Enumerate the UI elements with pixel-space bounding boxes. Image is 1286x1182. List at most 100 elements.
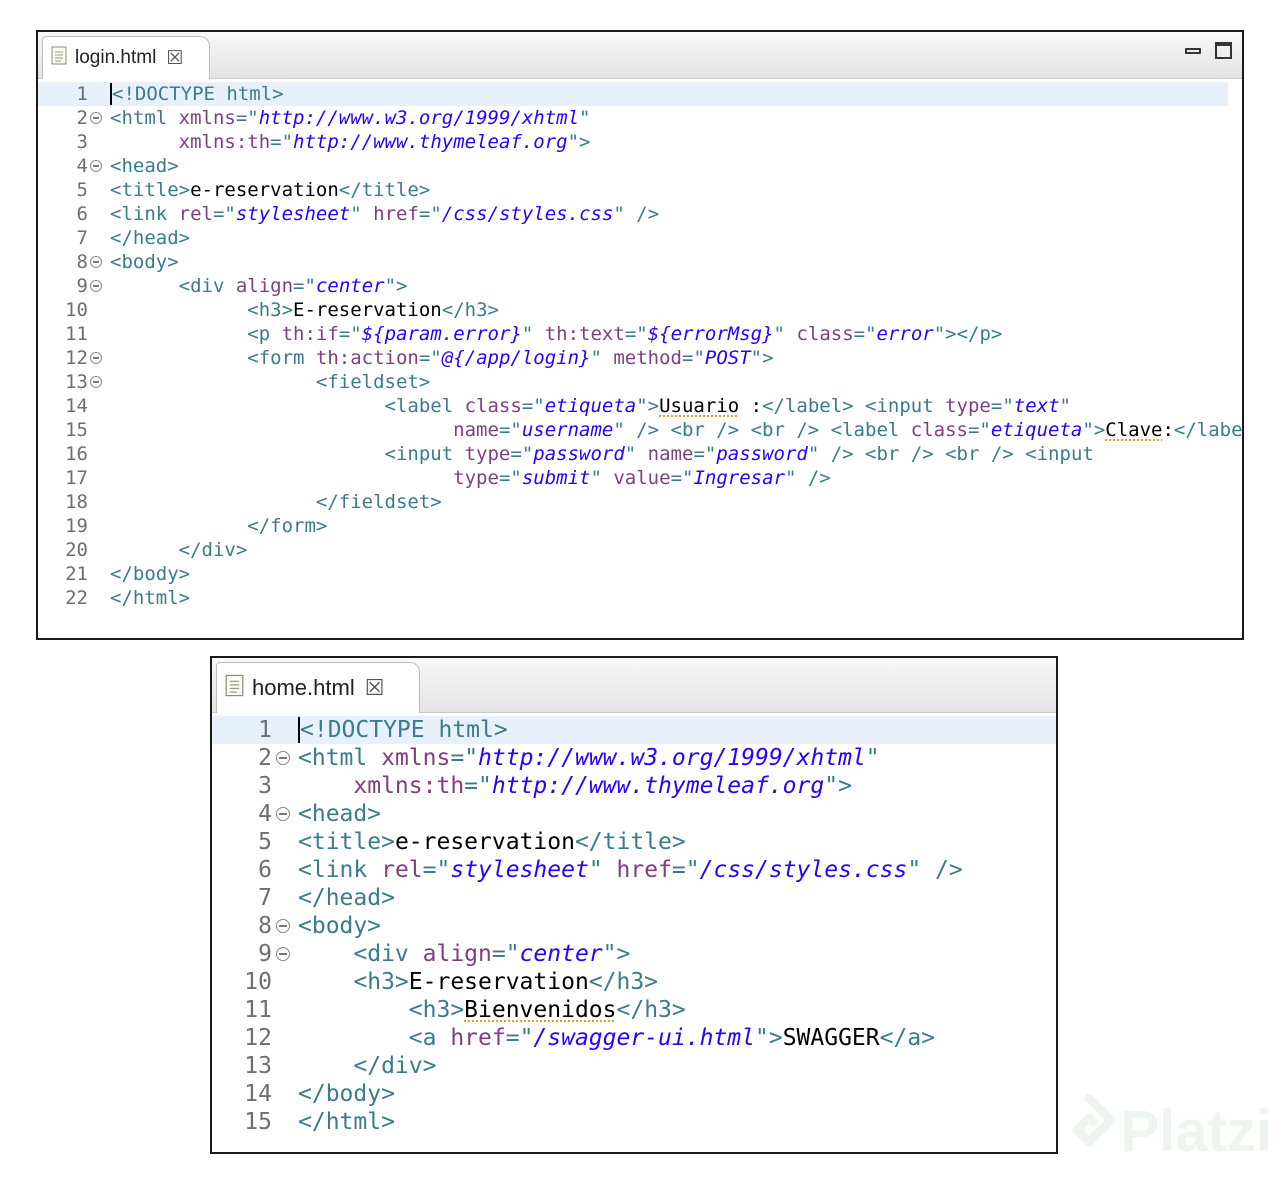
code-line[interactable]: 2 <html xmlns="http://www.w3.org/1999/xht… <box>38 106 1242 130</box>
line-number: 9 <box>258 941 272 967</box>
code-token: submit <box>521 467 591 489</box>
code-token: </head> <box>298 885 395 911</box>
code-token: SWAGGER <box>782 1025 880 1051</box>
code-token: " /> <br /> <br /> <input <box>807 443 1094 465</box>
code-token: e-reservation <box>190 179 339 201</box>
close-icon[interactable]: ☒ <box>166 47 183 70</box>
code-line[interactable]: 2 <html xmlns="http://www.w3.org/1999/xht… <box>212 744 1056 772</box>
line-number: 6 <box>258 857 272 883</box>
close-icon[interactable]: ☒ <box>365 675 385 701</box>
code-token: center <box>315 275 385 297</box>
fold-toggle-icon[interactable] <box>276 751 290 765</box>
code-token: "> <box>567 131 591 153</box>
code-token: <head> <box>110 155 179 177</box>
code-line[interactable]: 5 <title>e-reservation</title> <box>212 828 1056 856</box>
code-line[interactable]: 4 <head> <box>212 800 1056 828</box>
fold-toggle-icon[interactable] <box>90 352 102 364</box>
line-number: 11 <box>65 323 88 345</box>
code-line[interactable]: 9 <div align="center"> <box>212 940 1056 968</box>
code-token: name <box>647 443 694 465</box>
code-token: value <box>613 467 671 489</box>
code-token: rel <box>381 857 423 883</box>
code-token: </form> <box>110 515 328 537</box>
tab-home-html[interactable]: home.html ☒ <box>216 662 420 713</box>
fold-toggle-icon[interactable] <box>90 280 102 292</box>
code-token: </label> <input <box>762 395 946 417</box>
code-token: href <box>373 203 419 225</box>
fold-toggle-icon[interactable] <box>90 256 102 268</box>
code-line[interactable]: 7 </head> <box>38 226 1242 250</box>
code-line[interactable]: 4 <head> <box>38 154 1242 178</box>
code-line[interactable]: 6 <link rel="stylesheet" href="/css/style… <box>212 856 1056 884</box>
line-number: 18 <box>65 491 88 513</box>
code-line[interactable]: 10 <h3>E-reservation</h3> <box>212 968 1056 996</box>
code-line[interactable]: 20 </div> <box>38 538 1242 562</box>
code-line[interactable]: 13 <fieldset> <box>38 370 1242 394</box>
code-token: center <box>519 941 603 967</box>
code-token: E-reservation <box>408 969 589 995</box>
code-token: </div> <box>298 1053 437 1079</box>
code-line[interactable]: 11 <p th:if="${param.error}" th:text="${… <box>38 322 1242 346</box>
code-token: class <box>796 323 854 345</box>
line-number: 13 <box>65 371 88 393</box>
line-number: 14 <box>65 395 88 417</box>
code-area[interactable]: 1 <!DOCTYPE html> 2 <html xmlns="http://www… <box>38 80 1242 638</box>
code-line[interactable]: 8 <body> <box>38 250 1242 274</box>
code-token: =" <box>498 419 522 441</box>
code-line[interactable]: 1 <!DOCTYPE html> <box>38 82 1228 106</box>
code-line[interactable]: 11 <h3>Bienvenidos</h3> <box>212 996 1056 1024</box>
minimize-icon[interactable] <box>1185 47 1201 54</box>
code-line[interactable]: 13 </div> <box>212 1052 1056 1080</box>
code-line[interactable]: 10 <h3>E-reservation</h3> <box>38 298 1242 322</box>
fold-toggle-icon[interactable] <box>90 112 102 124</box>
code-token: " <box>865 745 880 771</box>
code-token: type <box>453 467 499 489</box>
code-token: /css/styles.css <box>699 857 908 883</box>
fold-toggle-icon[interactable] <box>90 160 102 172</box>
code-line[interactable]: 14 <label class="etiqueta">Usuario :</la… <box>38 394 1242 418</box>
code-token: password <box>716 443 808 465</box>
code-token: " <box>590 347 614 369</box>
code-line[interactable]: 18 </fieldset> <box>38 490 1242 514</box>
fold-toggle-icon[interactable] <box>276 919 290 933</box>
tab-login-html[interactable]: login.html ☒ <box>42 36 210 79</box>
html-file-icon <box>225 674 244 703</box>
code-line[interactable]: 12 <form th:action="@{/app/login}" metho… <box>38 346 1242 370</box>
fold-toggle-icon[interactable] <box>90 376 102 388</box>
code-line[interactable]: 14 </body> <box>212 1080 1056 1108</box>
code-token: " /> <box>907 857 963 883</box>
code-line[interactable]: 22 </html> <box>38 586 1242 610</box>
code-line[interactable]: 15 name="username" /> <br /> <br /> <lab… <box>38 418 1242 442</box>
code-text: <input type="password" name="password" /… <box>110 442 1094 466</box>
code-line[interactable]: 3 xmlns:th="http://www.thymeleaf.org"> <box>212 772 1056 800</box>
code-line[interactable]: 15 </html> <box>212 1108 1056 1136</box>
code-line[interactable]: 7 </head> <box>212 884 1056 912</box>
code-text: <a href="/swagger-ui.html">SWAGGER</a> <box>298 1024 935 1052</box>
code-token: type <box>464 443 511 465</box>
code-line[interactable]: 12 <a href="/swagger-ui.html">SWAGGER</a… <box>212 1024 1056 1052</box>
code-text: type="submit" value="Ingresar" /> <box>110 466 831 490</box>
editor-login: login.html ☒ 1 <!DOCTYPE html> 2 <html xmln… <box>36 30 1244 640</box>
code-line[interactable]: 16 <input type="password" name="password… <box>38 442 1242 466</box>
code-line[interactable]: 3 xmlns:th="http://www.thymeleaf.org"> <box>38 130 1242 154</box>
code-area[interactable]: 1 <!DOCTYPE html> 2 <html xmlns="http://www… <box>212 714 1056 1152</box>
code-line[interactable]: 19 </form> <box>38 514 1242 538</box>
code-line[interactable]: 17 type="submit" value="Ingresar" /> <box>38 466 1242 490</box>
code-text: </head> <box>298 884 395 912</box>
code-token: </title> <box>574 829 686 855</box>
code-line[interactable]: 6 <link rel="stylesheet" href="/css/style… <box>38 202 1242 226</box>
line-number: 12 <box>244 1025 272 1051</box>
code-line[interactable]: 8 <body> <box>212 912 1056 940</box>
fold-toggle-icon[interactable] <box>276 807 290 821</box>
maximize-icon[interactable] <box>1215 42 1232 59</box>
fold-toggle-icon[interactable] <box>276 947 290 961</box>
code-line[interactable]: 5 <title>e-reservation</title> <box>38 178 1242 202</box>
code-line[interactable]: 21 </body> <box>38 562 1242 586</box>
code-line[interactable]: 9 <div align="center"> <box>38 274 1242 298</box>
code-line[interactable]: 1 <!DOCTYPE html> <box>212 716 1056 744</box>
line-number: 7 <box>76 227 88 249</box>
code-token: http://www.w3.org/1999/xhtml <box>478 745 866 771</box>
code-token: <label <box>110 395 465 417</box>
code-token: <input <box>110 443 465 465</box>
